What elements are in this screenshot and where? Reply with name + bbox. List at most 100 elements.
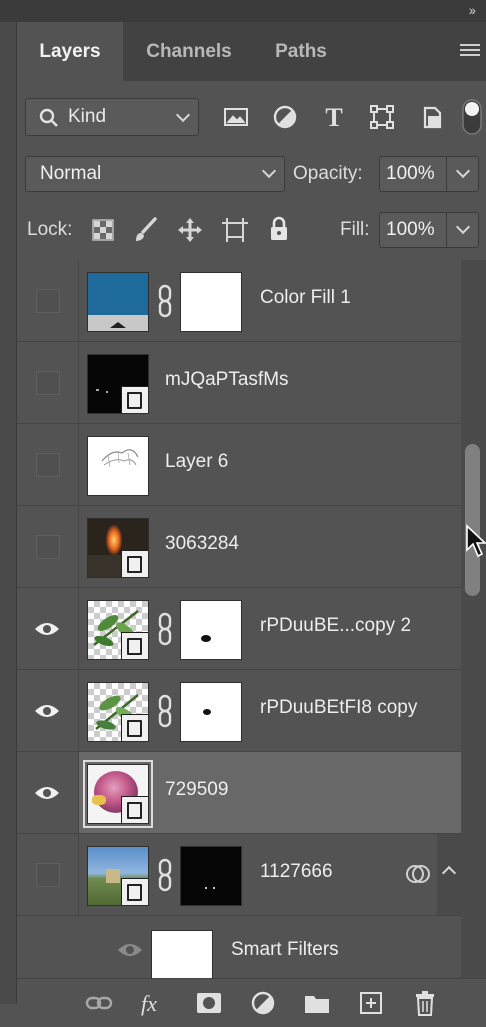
layers-scrollbar[interactable] xyxy=(461,260,486,978)
layer-thumbnail[interactable] xyxy=(87,272,149,332)
scrollbar-thumb[interactable] xyxy=(465,444,480,596)
lock-position-icon[interactable] xyxy=(177,217,203,243)
layer-name[interactable]: Layer 6 xyxy=(165,451,228,473)
mask-link-icon[interactable] xyxy=(157,284,173,318)
layer-row[interactable]: 3063284 xyxy=(17,506,461,588)
tab-paths[interactable]: Paths xyxy=(255,22,347,81)
layer-thumbnail[interactable] xyxy=(87,518,149,578)
visibility-toggle[interactable] xyxy=(17,834,79,915)
link-layers-icon[interactable] xyxy=(85,989,113,1017)
visibility-box[interactable] xyxy=(36,371,60,395)
eye-icon[interactable] xyxy=(34,703,60,719)
smart-filters-label[interactable]: Smart Filters xyxy=(231,939,339,961)
lock-label: Lock: xyxy=(27,219,73,240)
layer-name[interactable]: mJQaPTasfMs xyxy=(165,369,289,391)
tab-channels[interactable]: Channels xyxy=(123,22,255,81)
mask-link-icon[interactable] xyxy=(157,612,173,646)
layer-row[interactable]: Layer 6 xyxy=(17,424,461,506)
chevron-down-icon[interactable] xyxy=(455,163,471,179)
smart-object-badge-icon xyxy=(121,878,148,905)
opacity-value: 100% xyxy=(386,163,435,184)
mouse-cursor-icon xyxy=(466,524,486,558)
smart-object-filter-icon[interactable] xyxy=(417,102,447,132)
layer-thumbnail[interactable] xyxy=(87,846,149,906)
visibility-toggle[interactable] xyxy=(17,260,79,341)
smart-object-badge-icon xyxy=(121,714,148,741)
visibility-box[interactable] xyxy=(36,453,60,477)
layer-row[interactable]: mJQaPTasfMs xyxy=(17,342,461,424)
lock-image-pixels-icon[interactable] xyxy=(134,217,158,243)
layer-name[interactable]: rPDuuBEtFI8 copy xyxy=(260,697,417,719)
mask-link-icon[interactable] xyxy=(157,858,173,892)
visibility-toggle[interactable] xyxy=(17,670,79,751)
shape-layer-filter-icon[interactable] xyxy=(367,102,397,132)
layer-row[interactable]: rPDuuBE...copy 2 xyxy=(17,588,461,670)
layer-row[interactable]: 1127666 xyxy=(17,834,461,916)
layer-thumbnail[interactable] xyxy=(87,436,149,496)
smart-filters-row[interactable]: Smart Filters xyxy=(17,916,461,978)
filter-kind-label: Kind xyxy=(68,106,107,127)
add-mask-icon[interactable] xyxy=(195,989,223,1017)
blend-mode-dropdown[interactable]: Normal xyxy=(25,156,285,192)
chevron-down-icon[interactable] xyxy=(455,219,471,235)
visibility-box[interactable] xyxy=(36,863,60,887)
visibility-toggle[interactable] xyxy=(17,424,79,505)
visibility-toggle[interactable] xyxy=(17,588,79,669)
adjustment-layer-filter-icon[interactable] xyxy=(270,102,300,132)
layer-row[interactable]: rPDuuBEtFI8 copy xyxy=(17,670,461,752)
eye-icon[interactable] xyxy=(34,621,60,637)
new-adjustment-layer-icon[interactable] xyxy=(249,989,277,1017)
mask-link-icon[interactable] xyxy=(157,694,173,728)
tab-layers[interactable]: Layers xyxy=(17,22,123,81)
blend-mode-value: Normal xyxy=(40,163,102,184)
smart-filter-mask-thumbnail[interactable] xyxy=(151,930,213,978)
collapse-filters-toggle[interactable] xyxy=(437,834,461,915)
layer-thumbnail[interactable] xyxy=(87,682,149,742)
visibility-box[interactable] xyxy=(36,535,60,559)
visibility-toggle[interactable] xyxy=(17,342,79,423)
layer-thumbnail[interactable] xyxy=(87,600,149,660)
chevron-up-icon[interactable] xyxy=(441,865,457,881)
layer-mask-thumbnail[interactable] xyxy=(180,272,242,332)
chevron-down-icon xyxy=(175,107,191,123)
layer-mask-thumbnail[interactable] xyxy=(180,600,242,660)
type-layer-filter-icon[interactable]: T xyxy=(319,102,349,132)
filter-toggle-icon[interactable] xyxy=(461,98,483,136)
layer-row[interactable]: Color Fill 1 xyxy=(17,260,461,342)
fill-field[interactable]: 100% xyxy=(379,212,479,248)
layer-name[interactable]: 3063284 xyxy=(165,533,239,555)
eye-icon[interactable] xyxy=(34,785,60,801)
collapse-panels-icon[interactable]: ›› xyxy=(469,2,476,18)
layer-thumbnail[interactable] xyxy=(83,760,153,828)
lock-transparent-pixels-icon[interactable] xyxy=(92,219,114,241)
layer-effects-icon[interactable]: fx xyxy=(141,991,157,1017)
lock-all-icon[interactable] xyxy=(268,216,290,242)
panel-tab-bar: Layers Channels Paths xyxy=(17,22,486,81)
smart-object-badge-icon xyxy=(121,550,148,577)
chevron-down-icon xyxy=(261,163,277,179)
layer-name[interactable]: rPDuuBE...copy 2 xyxy=(260,615,411,637)
delete-layer-icon[interactable] xyxy=(411,989,439,1017)
visibility-toggle[interactable] xyxy=(17,506,79,587)
visibility-box[interactable] xyxy=(36,289,60,313)
layer-mask-thumbnail[interactable] xyxy=(180,682,242,742)
smart-filter-indicator-icon[interactable] xyxy=(405,862,431,886)
visibility-toggle[interactable] xyxy=(17,752,79,833)
layer-thumbnail[interactable] xyxy=(87,354,149,414)
smart-object-badge-icon xyxy=(121,386,148,413)
filter-kind-dropdown[interactable]: Kind xyxy=(25,98,199,136)
panel-menu-icon[interactable] xyxy=(460,44,480,59)
visibility-toggle[interactable] xyxy=(17,916,142,978)
new-group-icon[interactable] xyxy=(303,989,331,1017)
layer-name[interactable]: 729509 xyxy=(165,779,228,801)
opacity-field[interactable]: 100% xyxy=(379,156,479,192)
eye-icon[interactable] xyxy=(117,942,143,958)
layer-mask-thumbnail[interactable] xyxy=(180,846,242,906)
new-layer-icon[interactable] xyxy=(357,989,385,1017)
pixel-layer-filter-icon[interactable] xyxy=(221,102,251,132)
layer-name[interactable]: Color Fill 1 xyxy=(260,287,351,309)
layer-row-selected[interactable]: 729509 xyxy=(17,752,461,834)
lock-artboard-icon[interactable] xyxy=(222,218,248,242)
fill-label: Fill: xyxy=(340,219,370,240)
layer-name[interactable]: 1127666 xyxy=(260,861,333,883)
